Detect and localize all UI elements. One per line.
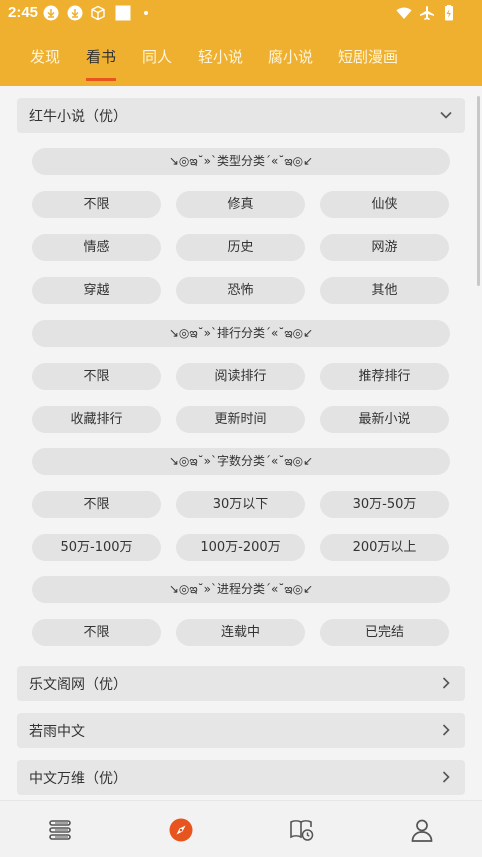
filter-option[interactable]: 200万以上 [320, 534, 449, 561]
source-title: 若雨中文 [29, 724, 85, 740]
active-tab-indicator [86, 78, 116, 81]
tab-fanfic[interactable]: 同人 [142, 46, 172, 67]
filter-option[interactable]: 穿越 [32, 277, 161, 304]
wifi-icon [396, 7, 412, 19]
filter-option[interactable]: 30万以下 [176, 491, 305, 518]
filter-option[interactable]: 情感 [32, 234, 161, 261]
battery-icon [445, 5, 453, 21]
filter-option[interactable]: 收藏排行 [32, 406, 161, 433]
chevron-down-icon [440, 111, 452, 119]
chevron-right-icon [442, 677, 450, 689]
app-bar: 2:45 发现 看书 同人 轻小说 腐小说 短剧漫画 [0, 0, 482, 86]
filter-option[interactable]: 已完结 [320, 619, 449, 646]
chevron-right-icon [442, 724, 450, 736]
profile-icon[interactable] [409, 817, 435, 843]
source-header-lewenge[interactable]: 乐文阁网（优） [17, 666, 465, 701]
filter-option[interactable]: 最新小说 [320, 406, 449, 433]
filter-option[interactable]: 修真 [176, 191, 305, 218]
source-title: 红牛小说（优） [29, 109, 127, 125]
filter-option[interactable]: 历史 [176, 234, 305, 261]
filter-option[interactable]: 仙侠 [320, 191, 449, 218]
filter-option[interactable]: 恐怖 [176, 277, 305, 304]
filter-option[interactable]: 不限 [32, 491, 161, 518]
filter-option[interactable]: 其他 [320, 277, 449, 304]
dot-icon [144, 11, 148, 15]
scrollbar[interactable] [477, 96, 480, 286]
filter-option[interactable]: 连载中 [176, 619, 305, 646]
tab-discover[interactable]: 发现 [30, 46, 60, 67]
tab-light-novel[interactable]: 轻小说 [198, 46, 243, 67]
source-header-zhongwenwanwei[interactable]: 中文万维（优） [17, 760, 465, 795]
filter-option[interactable]: 网游 [320, 234, 449, 261]
category-header-progress: ↘◎ఇ˘»`进程分类´«˘ఇ◎↙ [32, 576, 450, 603]
filter-option[interactable]: 推荐排行 [320, 363, 449, 390]
filter-option[interactable]: 不限 [32, 363, 161, 390]
source-header-hongniu[interactable]: 红牛小说（优） [17, 98, 465, 133]
square-icon [115, 5, 131, 21]
chevron-right-icon [442, 771, 450, 783]
tab-bl-novel[interactable]: 腐小说 [268, 46, 313, 67]
filter-option[interactable]: 不限 [32, 191, 161, 218]
download-icon [67, 5, 83, 21]
filter-option[interactable]: 100万-200万 [176, 534, 305, 561]
status-time: 2:45 [8, 4, 39, 21]
filter-option[interactable]: 50万-100万 [32, 534, 161, 561]
bottom-navigation [0, 800, 482, 857]
download-icon [43, 5, 59, 21]
airplane-icon [420, 6, 434, 20]
compass-icon[interactable] [168, 817, 194, 843]
bookshelf-icon[interactable] [47, 817, 73, 843]
tab-books[interactable]: 看书 [86, 46, 116, 67]
category-header-wordcount: ↘◎ఇ˘»`字数分类´«˘ఇ◎↙ [32, 448, 450, 475]
category-header-type: ↘◎ఇ˘»`类型分类´«˘ఇ◎↙ [32, 148, 450, 175]
category-header-ranking: ↘◎ఇ˘»`排行分类´«˘ఇ◎↙ [32, 320, 450, 347]
source-header-ruoyu[interactable]: 若雨中文 [17, 713, 465, 748]
cube-icon [91, 5, 105, 21]
filter-option[interactable]: 30万-50万 [320, 491, 449, 518]
filter-option[interactable]: 阅读排行 [176, 363, 305, 390]
subscription-icon[interactable] [289, 817, 315, 843]
top-tabs: 发现 看书 同人 轻小说 腐小说 短剧漫画 [0, 40, 482, 80]
status-bar: 2:45 [0, 0, 482, 26]
source-title: 中文万维（优） [29, 771, 127, 787]
filter-option[interactable]: 不限 [32, 619, 161, 646]
source-title: 乐文阁网（优） [29, 677, 127, 693]
tab-short-drama-comics[interactable]: 短剧漫画 [338, 46, 398, 67]
filter-option[interactable]: 更新时间 [176, 406, 305, 433]
